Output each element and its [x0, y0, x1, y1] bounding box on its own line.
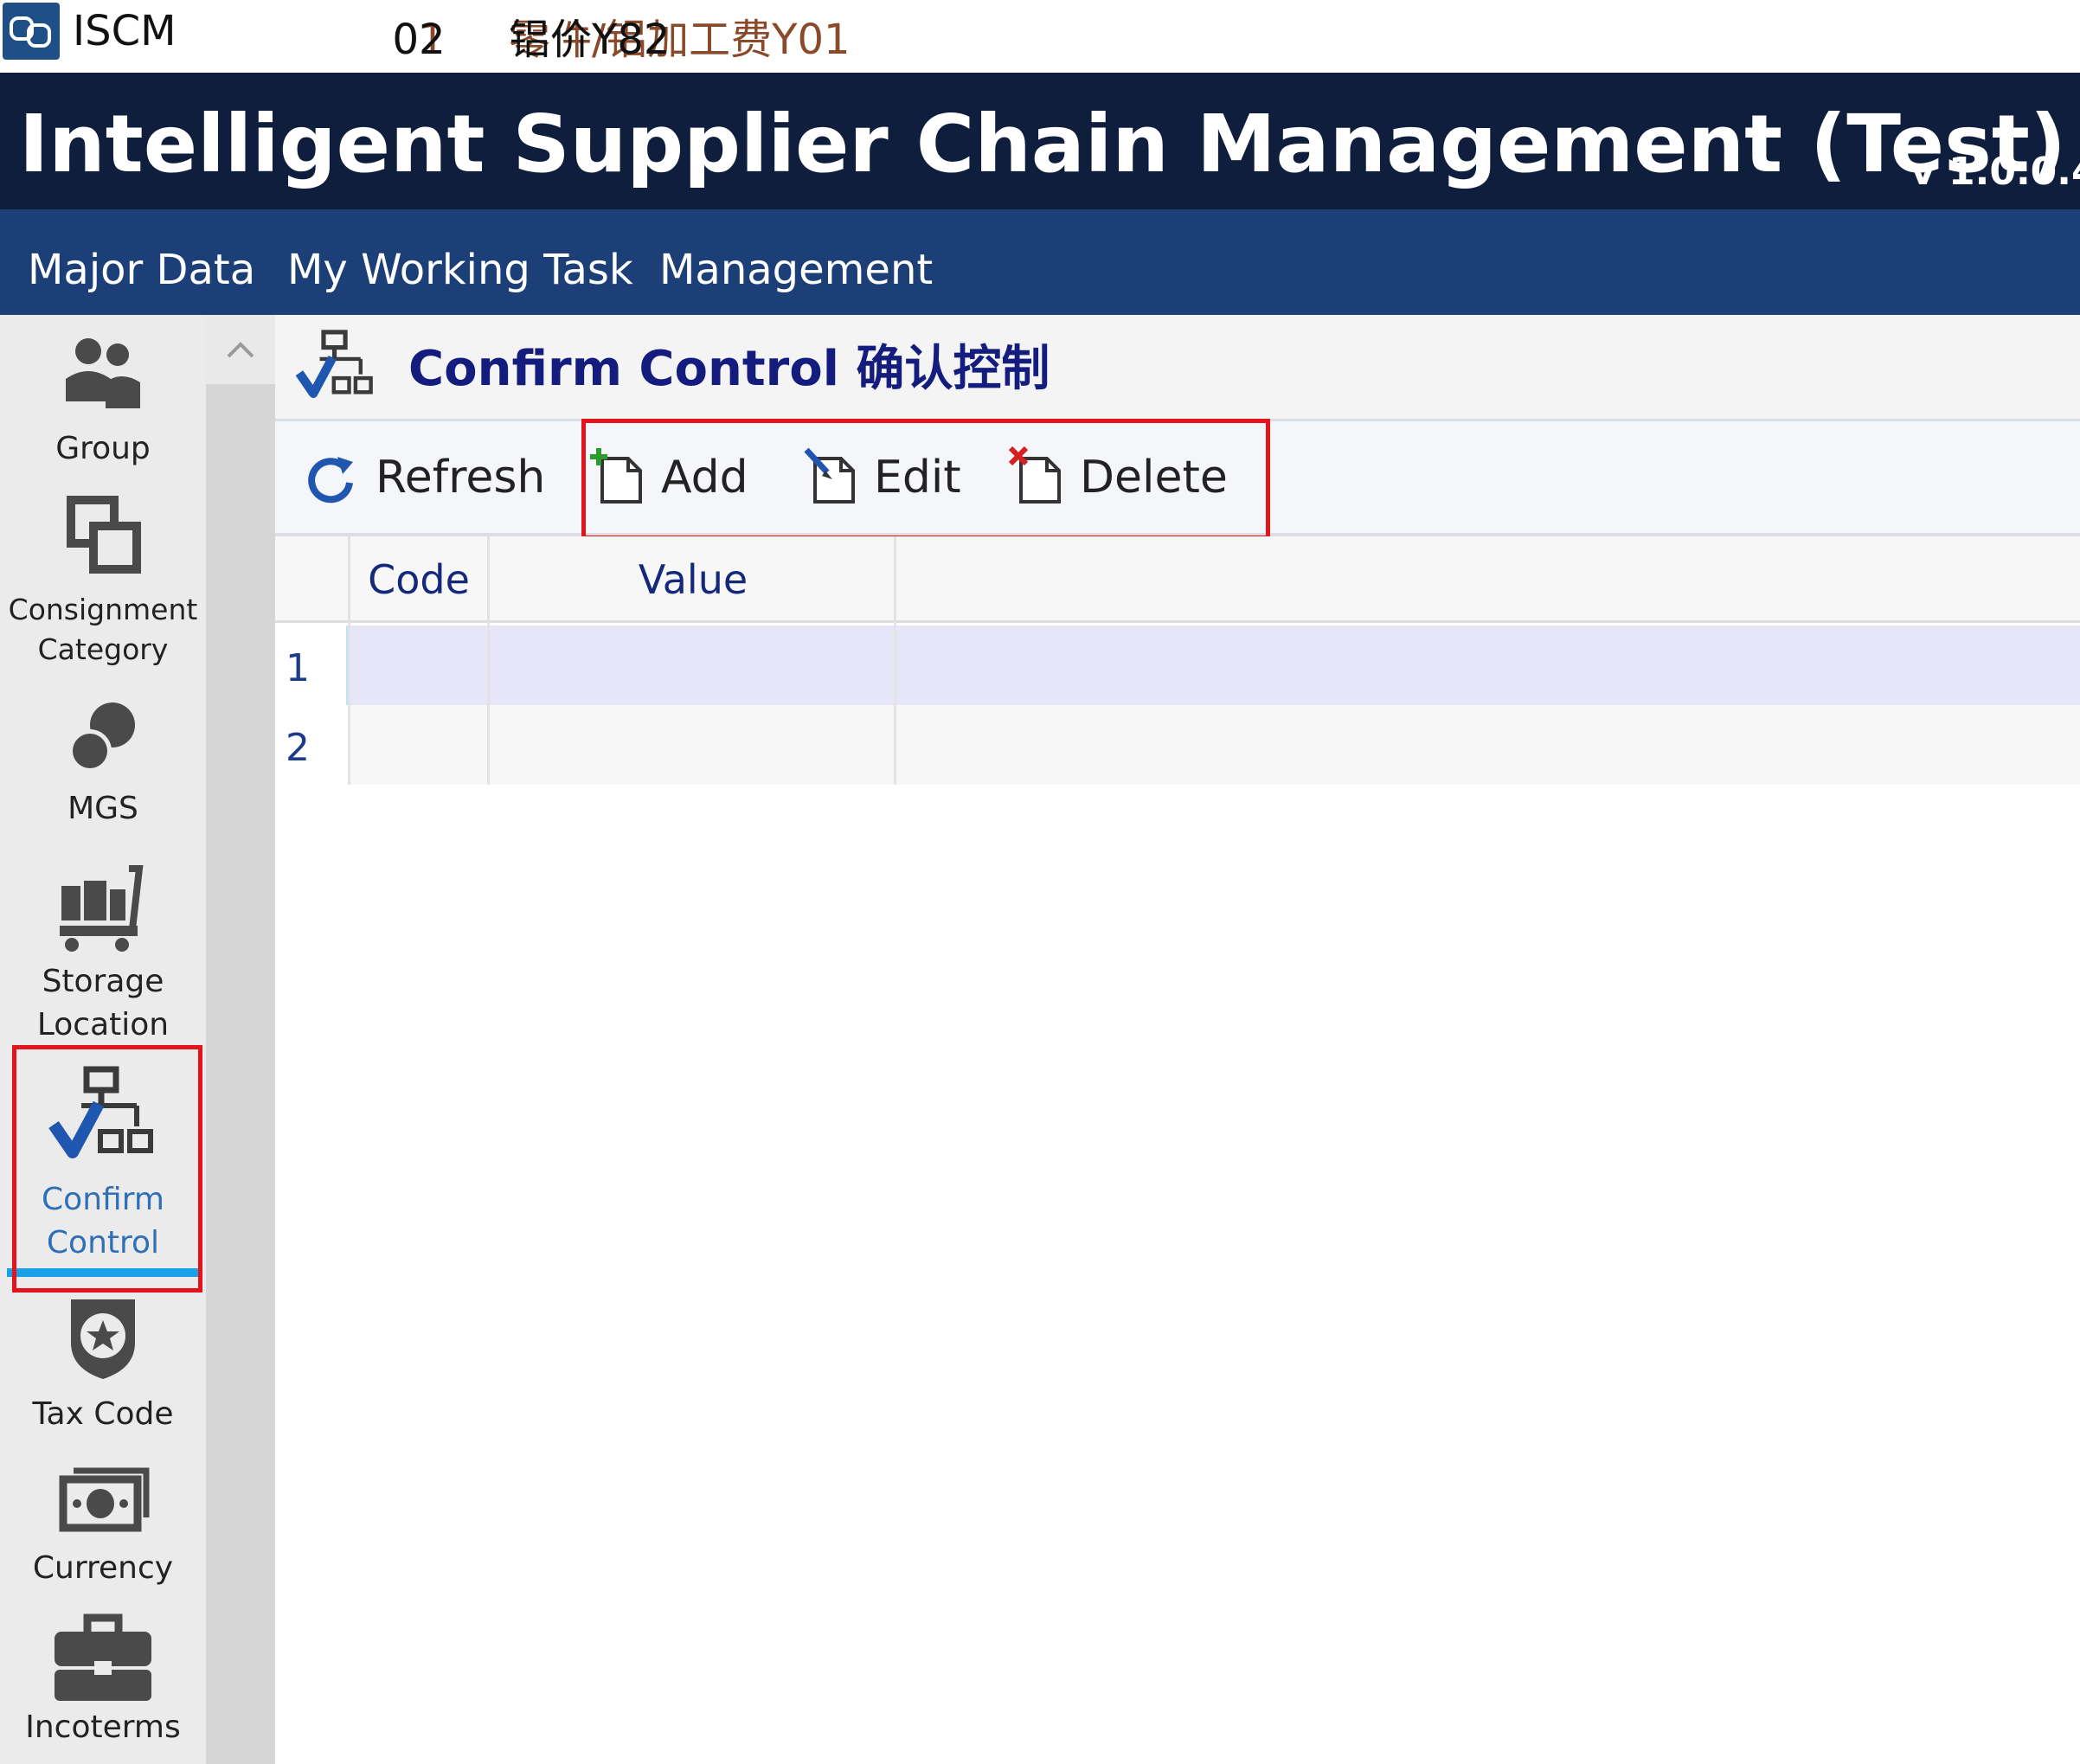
add-button-label: Add [661, 452, 748, 504]
chevron-up-icon [227, 342, 254, 358]
column-divider [894, 536, 896, 623]
row-number[interactable]: 2 [275, 705, 348, 785]
refresh-button-label: Refresh [376, 452, 546, 504]
storage-location-icon [0, 860, 206, 960]
delete-button[interactable]: Delete [1007, 433, 1232, 519]
currency-icon [0, 1453, 206, 1549]
column-divider [348, 623, 350, 785]
group-icon [0, 325, 206, 420]
refresh-icon [308, 457, 353, 504]
edit-button[interactable]: Edit [801, 433, 974, 519]
window-title-bar: ISCM [0, 0, 2080, 73]
menu-item-management[interactable]: Management [659, 244, 933, 296]
refresh-button[interactable]: Refresh [303, 433, 545, 519]
table-row[interactable] [275, 625, 2080, 705]
column-header-code[interactable]: Code [350, 536, 487, 623]
column-divider [487, 623, 490, 785]
add-document-icon [590, 448, 642, 504]
sidebar-item-label: Consignment [8, 593, 198, 626]
sidebar-item-label: Location [36, 1007, 170, 1042]
sidebar-item-mgs[interactable]: MGS [0, 683, 206, 848]
app-name: ISCM [73, 7, 177, 55]
sidebar-scroll-up-button[interactable] [206, 315, 275, 384]
tax-code-icon [0, 1289, 206, 1384]
confirm-control-icon [0, 1062, 206, 1175]
confirm-control-icon [294, 327, 377, 414]
edit-button-label: Edit [874, 452, 961, 504]
delete-document-icon [1008, 446, 1061, 504]
sidebar-item-consignment-category[interactable]: Consignment Category [0, 481, 206, 671]
table-row[interactable] [275, 705, 2080, 785]
sidebar-item-currency[interactable]: Currency [0, 1453, 206, 1600]
mgs-icon [0, 690, 206, 786]
sidebar-item-label: Storage [42, 964, 164, 999]
sidebar-item-label: Tax Code [32, 1396, 174, 1432]
menu-item-my-working-task[interactable]: My Working Task [287, 244, 633, 296]
delete-button-label: Delete [1080, 452, 1228, 504]
briefcase-icon [0, 1609, 206, 1704]
sidebar-item-label: Confirm [42, 1182, 164, 1217]
sidebar-item-label: Group [55, 431, 151, 466]
cell-value[interactable]: 铝价Y82 [509, 0, 889, 80]
menu-item-major-data[interactable]: Major Data [28, 244, 255, 296]
page-title: Confirm Control 确认控制 [408, 341, 1050, 397]
row-number[interactable]: 1 [275, 625, 348, 705]
add-button[interactable]: Add [588, 433, 761, 519]
sidebar-item-tax-code[interactable]: Tax Code [0, 1289, 206, 1436]
sidebar-item-confirm-control[interactable]: Confirm Control [0, 1055, 206, 1272]
app-banner-title: Intelligent Supplier Chain Management (T… [19, 98, 2066, 190]
sidebar-scrollbar[interactable] [206, 315, 275, 1764]
column-header-value[interactable]: Value [490, 536, 896, 623]
column-divider [894, 623, 896, 785]
sidebar-item-group[interactable]: Group [0, 315, 206, 479]
consignment-category-icon [0, 490, 206, 585]
sidebar-item-label: Incoterms [25, 1709, 181, 1745]
sidebar-item-label: Currency [32, 1550, 174, 1586]
app-banner: Intelligent Supplier Chain Management (T… [0, 73, 2080, 209]
sidebar-item-label: MGS [67, 791, 138, 826]
cell-code[interactable]: 02 [350, 0, 487, 80]
app-version: v 1.0.0.4 [1910, 150, 2080, 194]
edit-document-icon [804, 447, 855, 504]
app-logo-icon [3, 3, 60, 60]
sidebar-item-incoterms[interactable]: Incoterms [0, 1609, 206, 1764]
sidebar-item-storage-location[interactable]: Storage Location [0, 856, 206, 1047]
active-item-indicator [7, 1268, 201, 1277]
sidebar-item-label: Category [37, 632, 169, 666]
sidebar-item-label: Control [46, 1225, 160, 1260]
